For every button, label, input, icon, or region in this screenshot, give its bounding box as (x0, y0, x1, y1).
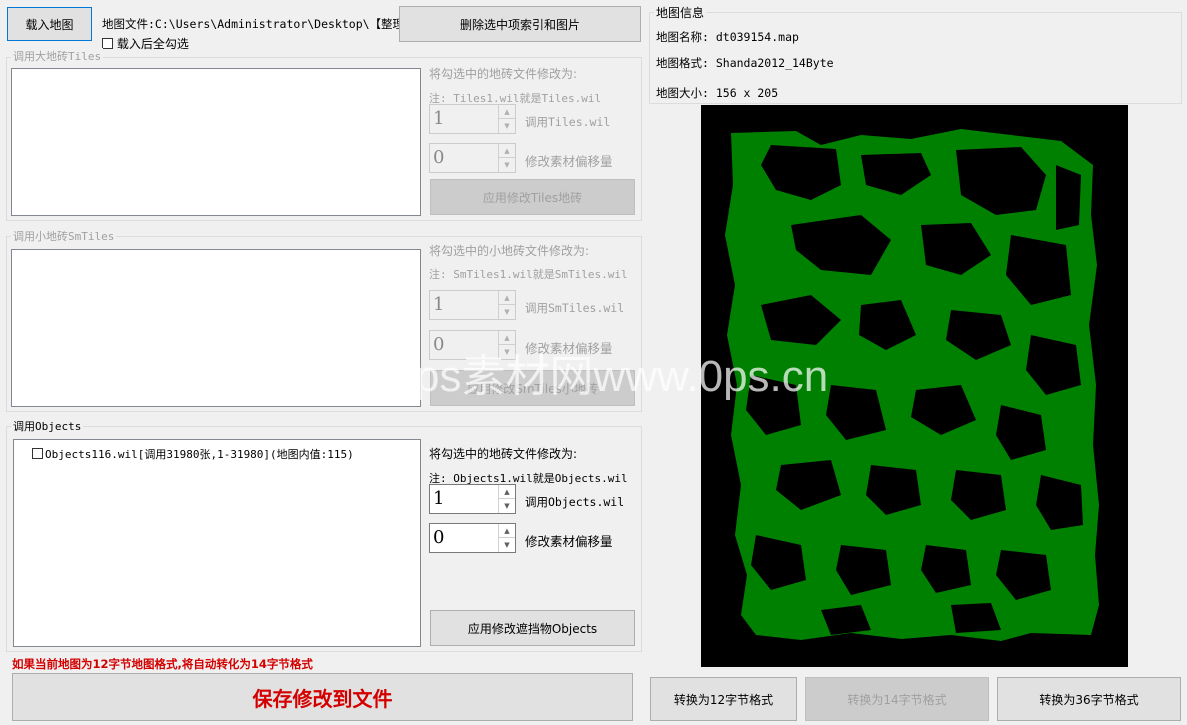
objects-offset-label: 修改素材偏移量 (525, 534, 613, 549)
spin-up-icon[interactable]: ▲ (499, 524, 515, 538)
smtiles-file-number-value: 1 (433, 294, 445, 315)
save-to-file-button[interactable]: 保存修改到文件 (12, 673, 633, 721)
spin-down-icon[interactable]: ▼ (499, 499, 515, 513)
smtiles-offset-stepper[interactable]: 0 ▲ ▼ (429, 330, 516, 360)
objects-item-label: Objects116.wil[调用31980张,1-31980](地图内值:11… (45, 448, 354, 461)
convert-36byte-button[interactable]: 转换为36字节格式 (997, 677, 1181, 721)
convert-14byte-button[interactable]: 转换为14字节格式 (805, 677, 989, 721)
smtiles-note: 注: SmTiles1.wil就是SmTiles.wil (429, 268, 628, 281)
map-preview[interactable] (701, 105, 1128, 667)
smtiles-file-number-stepper[interactable]: 1 ▲ ▼ (429, 290, 516, 320)
apply-objects-button[interactable]: 应用修改遮挡物Objects (430, 610, 635, 646)
smtiles-group-title: 调用小地砖SmTiles (11, 228, 117, 244)
objects-change-label: 将勾选中的地砖文件修改为: (429, 447, 578, 461)
map-format: 地图格式: Shanda2012_14Byte (656, 56, 834, 70)
map-preview-canvas (725, 129, 1099, 641)
spin-down-icon[interactable]: ▼ (499, 345, 515, 359)
smtiles-file-number-label: 调用SmTiles.wil (525, 301, 625, 315)
tiles-file-number-value: 1 (433, 108, 445, 129)
map-name: 地图名称: dt039154.map (656, 30, 799, 44)
tiles-change-label: 将勾选中的地砖文件修改为: (429, 67, 578, 81)
map-file-path: 地图文件:C:\Users\Administrator\Desktop\【整理9… (102, 17, 430, 31)
convert-12byte-button[interactable]: 转换为12字节格式 (650, 677, 797, 721)
select-all-after-load-checkbox[interactable]: 载入后全勾选 (102, 35, 189, 52)
spin-up-icon[interactable]: ▲ (499, 144, 515, 158)
smtiles-change-label: 将勾选中的小地砖文件修改为: (429, 244, 590, 258)
tiles-group-title: 调用大地砖Tiles (11, 48, 104, 64)
smtiles-offset-value: 0 (433, 334, 445, 355)
spin-down-icon[interactable]: ▼ (499, 119, 515, 133)
objects-item-checkbox[interactable] (32, 448, 43, 459)
spin-down-icon[interactable]: ▼ (499, 158, 515, 172)
tiles-file-number-stepper[interactable]: 1 ▲ ▼ (429, 104, 516, 134)
objects-file-number-value: 1 (433, 488, 445, 509)
map-size: 地图大小: 156 x 205 (656, 86, 779, 100)
spin-up-icon[interactable]: ▲ (499, 485, 515, 499)
format-warning: 如果当前地图为12字节地图格式,将自动转化为14字节格式 (12, 657, 313, 671)
checkbox-box[interactable] (102, 38, 113, 49)
tiles-file-number-label: 调用Tiles.wil (525, 115, 611, 129)
apply-smtiles-button[interactable]: 应用修改SmTiles小地砖 (430, 370, 635, 406)
spin-up-icon[interactable]: ▲ (499, 291, 515, 305)
objects-list[interactable]: Objects116.wil[调用31980张,1-31980](地图内值:11… (13, 439, 421, 647)
spin-down-icon[interactable]: ▼ (499, 305, 515, 319)
objects-file-number-stepper[interactable]: 1 ▲ ▼ (429, 484, 516, 514)
spin-up-icon[interactable]: ▲ (499, 105, 515, 119)
load-map-button[interactable]: 载入地图 (7, 7, 92, 41)
tiles-offset-label: 修改素材偏移量 (525, 154, 613, 169)
objects-file-number-label: 调用Objects.wil (525, 495, 625, 509)
list-item[interactable]: Objects116.wil[调用31980张,1-31980](地图内值:11… (32, 446, 354, 462)
delete-selected-button[interactable]: 删除选中项索引和图片 (399, 6, 641, 42)
spin-up-icon[interactable]: ▲ (499, 331, 515, 345)
tiles-offset-value: 0 (433, 147, 445, 168)
select-all-after-load-label: 载入后全勾选 (116, 37, 189, 51)
tiles-offset-stepper[interactable]: 0 ▲ ▼ (429, 143, 516, 173)
smtiles-list[interactable] (11, 249, 421, 407)
objects-offset-stepper[interactable]: 0 ▲ ▼ (429, 523, 516, 553)
tiles-list[interactable] (11, 68, 421, 216)
smtiles-offset-label: 修改素材偏移量 (525, 341, 613, 356)
spin-down-icon[interactable]: ▼ (499, 538, 515, 552)
objects-group-title: 调用Objects (11, 418, 84, 434)
apply-tiles-button[interactable]: 应用修改Tiles地砖 (430, 179, 635, 215)
map-info-title: 地图信息 (654, 4, 707, 21)
objects-offset-value: 0 (433, 527, 445, 548)
